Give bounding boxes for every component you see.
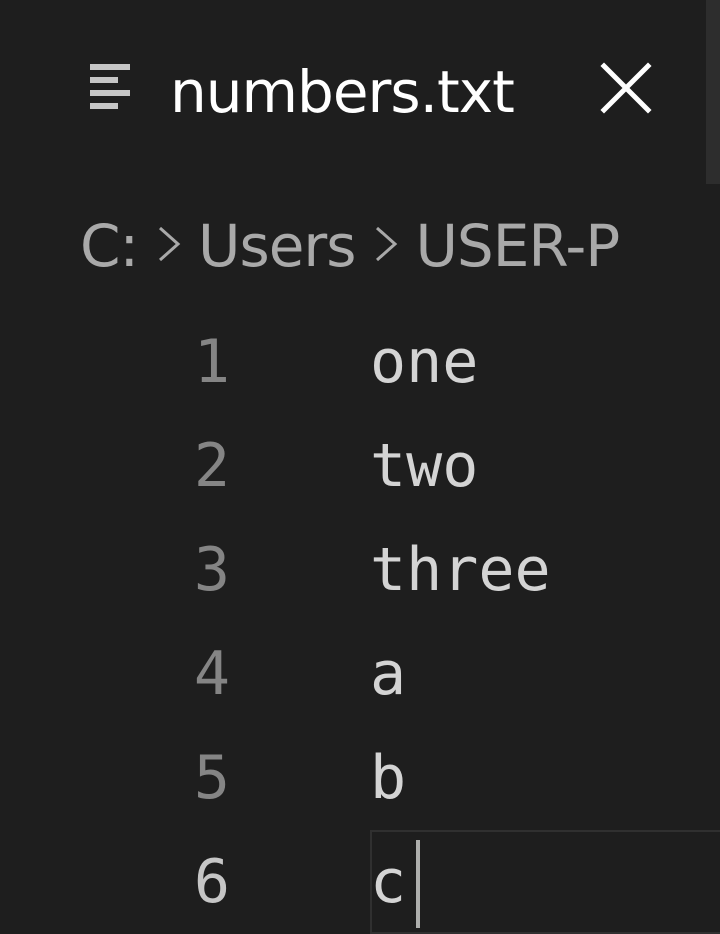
- chevron-right-icon: [376, 226, 398, 262]
- line-text[interactable]: c: [370, 830, 406, 934]
- chevron-right-icon: [159, 226, 181, 262]
- tab-numbers-txt[interactable]: numbers.txt: [0, 0, 706, 184]
- tab-bar: numbers.txt: [0, 0, 720, 184]
- editor-line[interactable]: 4 a: [0, 622, 720, 726]
- tab-title: numbers.txt: [170, 58, 515, 126]
- editor-line[interactable]: 2 two: [0, 414, 720, 518]
- line-number: 2: [193, 431, 230, 501]
- breadcrumb-item-drive[interactable]: C:: [80, 212, 139, 280]
- tab-divider: [706, 0, 720, 184]
- line-number-active: 6: [193, 847, 230, 917]
- editor-line[interactable]: 3 three: [0, 518, 720, 622]
- line-number: 5: [193, 743, 230, 813]
- line-text[interactable]: two: [370, 414, 478, 518]
- close-icon[interactable]: [598, 60, 654, 116]
- editor-line-active[interactable]: 6 c: [0, 830, 720, 934]
- editor-line[interactable]: 5 b: [0, 726, 720, 830]
- line-text[interactable]: b: [370, 726, 406, 830]
- text-cursor: [416, 840, 420, 928]
- editor-line[interactable]: 1 one: [0, 310, 720, 414]
- line-number: 1: [193, 327, 230, 397]
- file-lines-icon: [90, 64, 130, 110]
- breadcrumb: C: Users USER-P: [80, 210, 620, 282]
- breadcrumb-item-users[interactable]: Users: [198, 212, 356, 280]
- line-text[interactable]: three: [370, 518, 551, 622]
- breadcrumb-item-user-folder[interactable]: USER-P: [415, 212, 620, 280]
- line-text[interactable]: one: [370, 310, 478, 414]
- line-number: 3: [193, 535, 230, 605]
- line-number: 4: [193, 639, 230, 709]
- text-editor[interactable]: 1 one 2 two 3 three 4 a 5 b 6 c: [0, 310, 720, 934]
- line-text[interactable]: a: [370, 622, 406, 726]
